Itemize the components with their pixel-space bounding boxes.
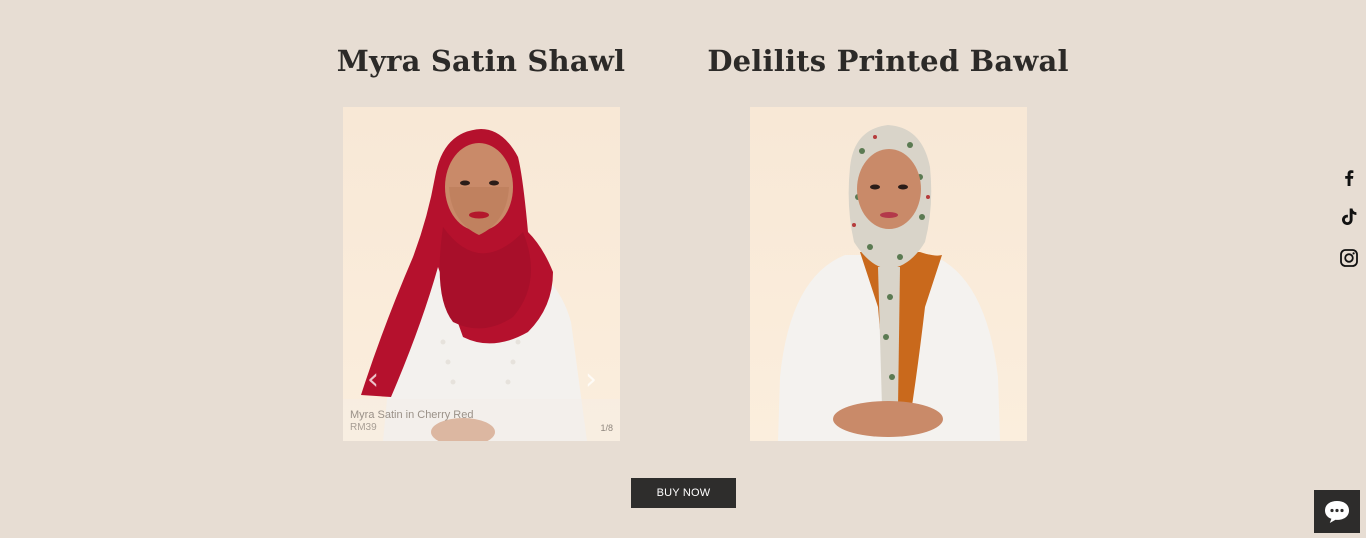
instagram-icon[interactable]	[1338, 247, 1360, 269]
tiktok-icon[interactable]	[1338, 206, 1360, 228]
chat-button[interactable]	[1314, 490, 1360, 533]
gallery-prev-arrow[interactable]: ‹	[361, 365, 385, 395]
gallery-caption-price: RM39	[350, 422, 377, 433]
model-photo-printed-bawal	[778, 125, 1000, 441]
product-title-myra: Myra Satin Shawl	[336, 44, 626, 78]
facebook-icon[interactable]	[1338, 167, 1360, 189]
product-image-delilits[interactable]	[750, 107, 1027, 441]
buy-now-button[interactable]: BUY NOW	[631, 478, 736, 508]
product-gallery-myra[interactable]: ‹ › Myra Satin in Cherry Red RM39 1/8	[343, 107, 620, 441]
gallery-caption-name: Myra Satin in Cherry Red	[350, 409, 474, 421]
gallery-slide-counter: 1/8	[600, 423, 613, 433]
gallery-next-arrow[interactable]: ›	[579, 365, 603, 395]
chat-bubble-icon	[1325, 501, 1349, 523]
product-title-delilits: Delilits Printed Bawal	[707, 44, 1069, 78]
gallery-caption: Myra Satin in Cherry Red RM39 1/8	[343, 399, 620, 441]
